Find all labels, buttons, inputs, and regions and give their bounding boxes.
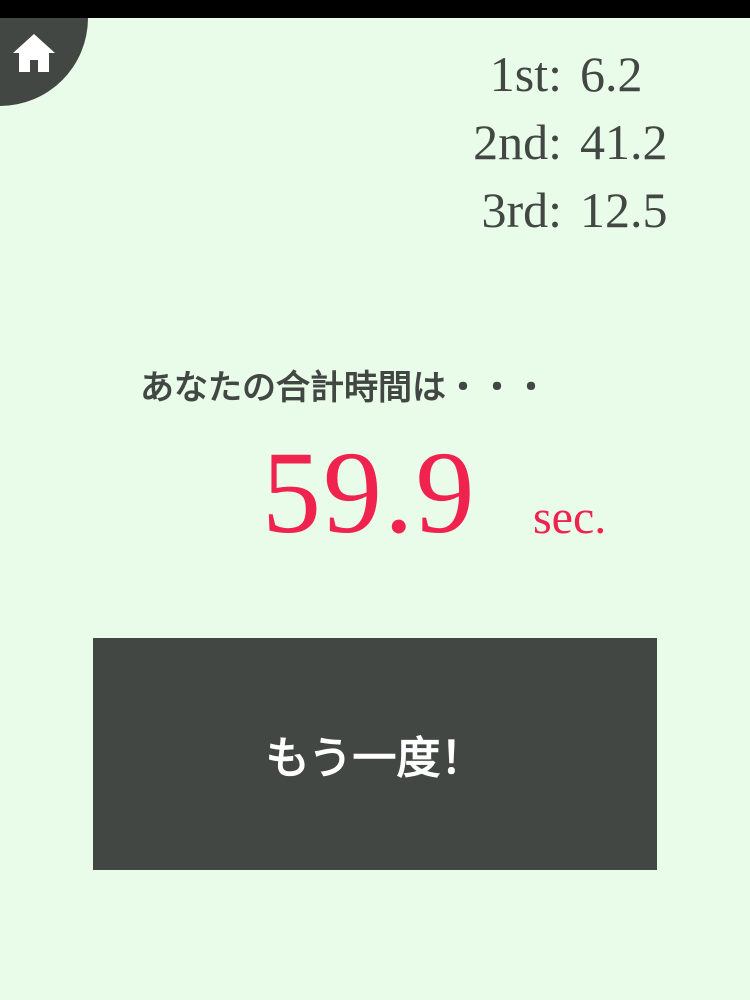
score-label: 3rd:	[481, 182, 562, 238]
retry-button-label: もう一度！	[265, 733, 485, 784]
total-time-value: 59.9	[262, 427, 477, 558]
score-row-1st: 1st: 6.2	[473, 40, 698, 108]
home-icon	[13, 34, 55, 72]
score-value: 6.2	[580, 46, 643, 102]
retry-button[interactable]: もう一度！	[93, 638, 657, 870]
score-row-2nd: 2nd: 41.2	[473, 108, 698, 176]
status-bar	[0, 0, 750, 18]
score-row-3rd: 3rd: 12.5	[473, 176, 698, 244]
score-label: 1st:	[489, 46, 562, 102]
score-value: 12.5	[580, 182, 668, 238]
score-value: 41.2	[580, 114, 668, 170]
total-time-unit: sec.	[533, 491, 607, 544]
lap-scores: 1st: 6.2 2nd: 41.2 3rd: 12.5	[473, 40, 698, 244]
home-button[interactable]	[0, 18, 88, 106]
score-label: 2nd:	[473, 114, 562, 170]
total-time-label: あなたの合計時間は・・・	[140, 368, 548, 408]
